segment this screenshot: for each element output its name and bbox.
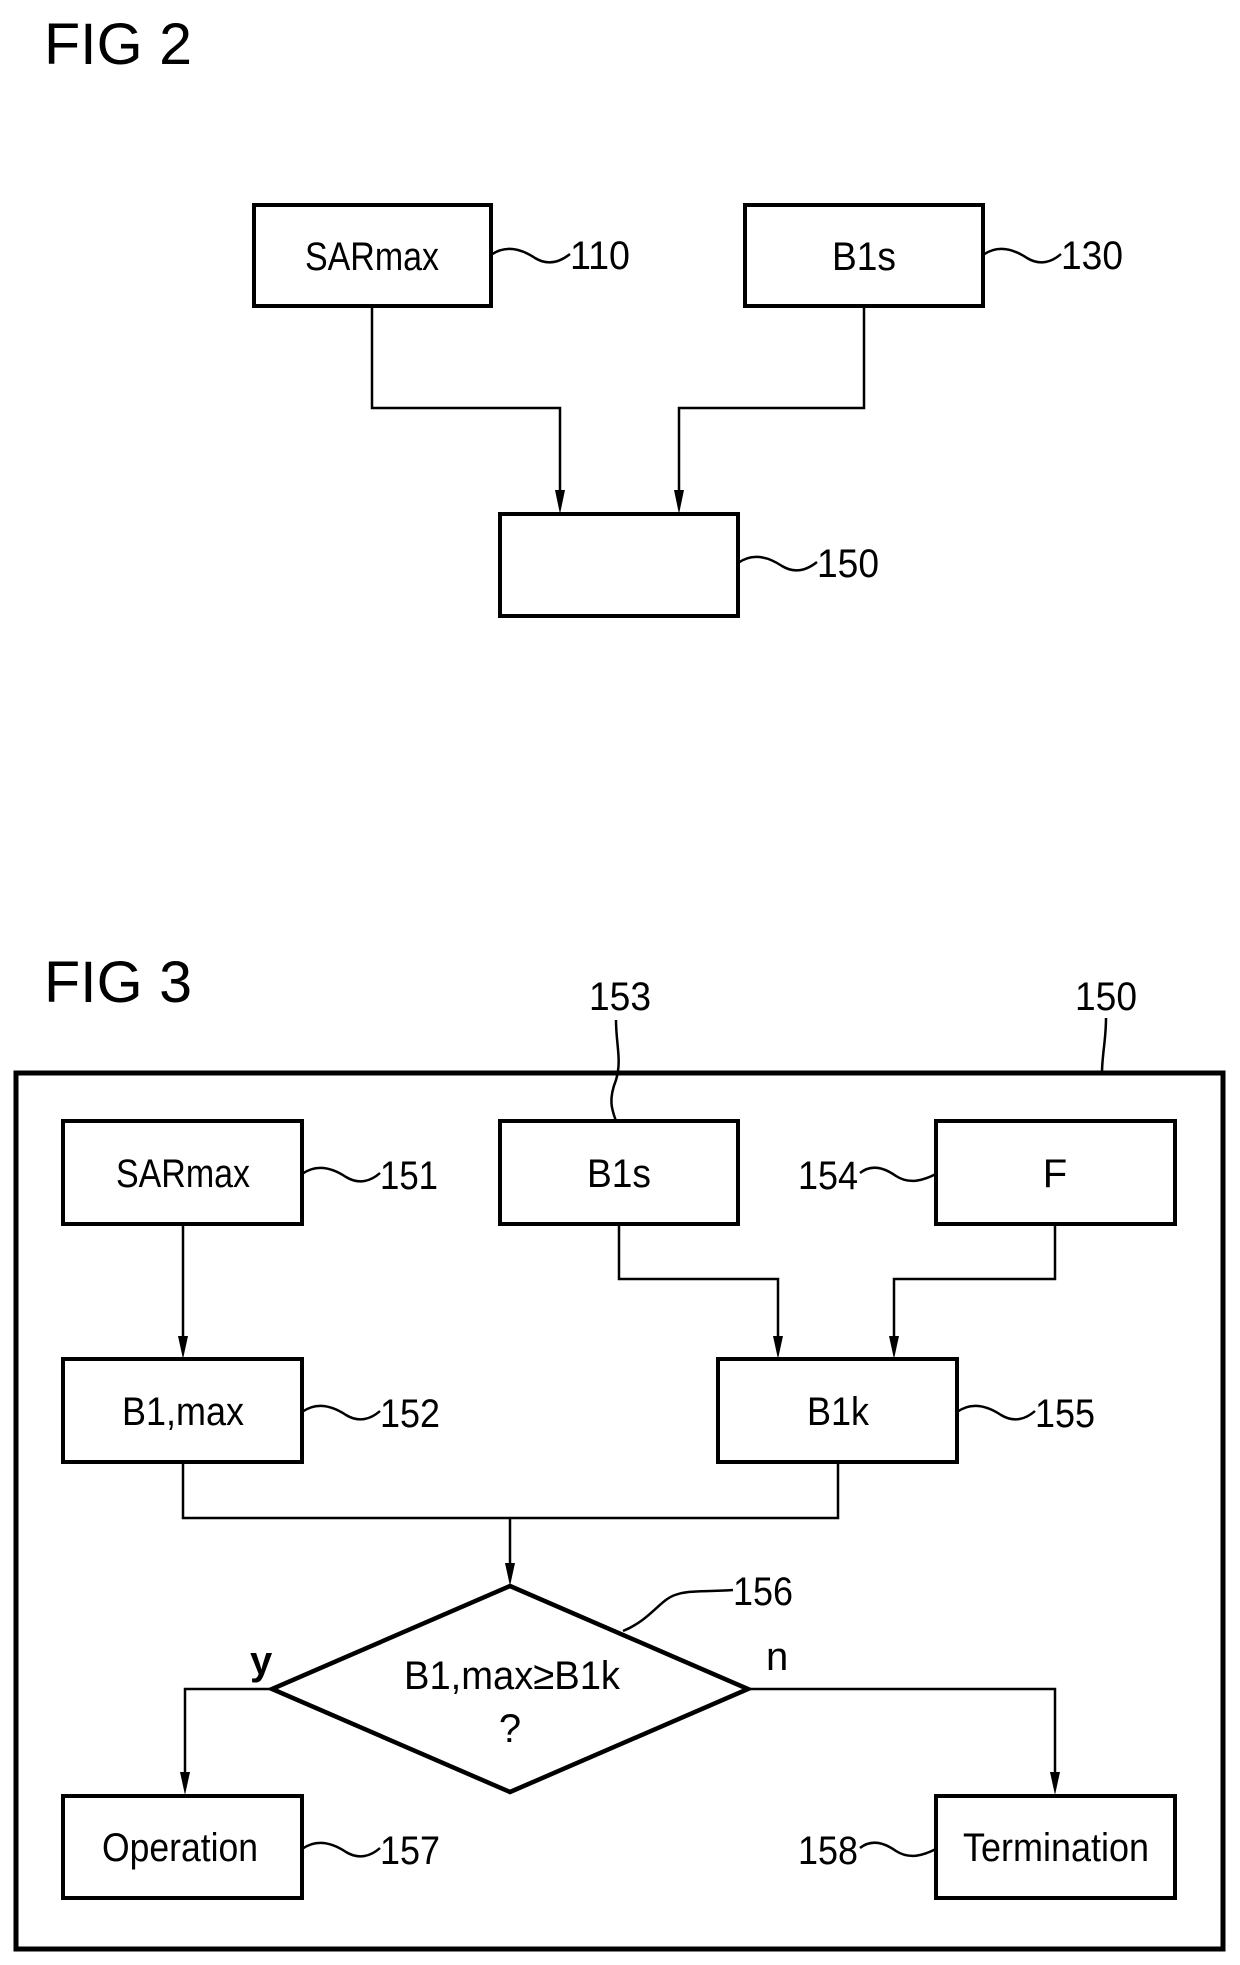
block-sarmax-label: SARmax (305, 235, 439, 279)
block-sarmax-110: SARmax (252, 203, 493, 308)
decision-question-mark: ? (499, 1707, 521, 1751)
reference-number-154: 154 (798, 1154, 858, 1198)
arrowhead-icon (674, 490, 684, 514)
arrowhead-icon (505, 1563, 515, 1586)
branch-label-yes: y (250, 1639, 273, 1683)
leader-line-158 (859, 1841, 937, 1858)
reference-number-150: 150 (817, 542, 879, 586)
reference-number-155: 155 (1035, 1392, 1095, 1436)
arrowhead-icon (180, 1772, 190, 1795)
connector-f-to-b1k (892, 1224, 1057, 1336)
block-f-label: F (1043, 1152, 1067, 1196)
connector-merge (181, 1462, 840, 1520)
decision-condition: B1,max≥B1k (404, 1654, 621, 1698)
leader-line-150 (737, 555, 818, 572)
reference-number-157: 157 (380, 1829, 440, 1873)
block-b1k-label: B1k (807, 1390, 870, 1434)
arrowhead-icon (555, 490, 565, 514)
block-b1s-label: B1s (587, 1152, 651, 1196)
arrowhead-icon (178, 1336, 188, 1359)
reference-number-158: 158 (798, 1829, 858, 1873)
reference-number-153: 153 (589, 975, 651, 1019)
arrowhead-icon (1050, 1772, 1060, 1795)
figure-2-title: FIG 2 (44, 12, 192, 77)
patent-drawing: FIG 2 SARmax 110 B1s 130 150 FIG 3 150 S… (13, 12, 1226, 1952)
figure-2: FIG 2 SARmax 110 B1s 130 150 (44, 12, 1123, 618)
leader-line-152 (301, 1404, 381, 1421)
leader-line-130 (982, 247, 1062, 264)
connector-no-to-termination (748, 1687, 1057, 1772)
arrowhead-icon (773, 1336, 783, 1359)
reference-number-110: 110 (570, 234, 630, 278)
leader-line-110 (490, 247, 571, 264)
block-operation-label: Operation (102, 1826, 258, 1870)
connector-sarmax-to-150 (370, 306, 562, 490)
figure-3: FIG 3 150 SARmax 151 B1s 153 F 154 B1,ma… (13, 950, 1226, 1952)
leader-line-150 (1100, 1017, 1108, 1074)
arrowhead-icon (889, 1336, 899, 1359)
block-sarmax-label: SARmax (116, 1152, 250, 1196)
branch-label-no: n (766, 1635, 788, 1679)
leader-line-154 (859, 1166, 937, 1183)
leader-line-155 (956, 1404, 1036, 1421)
block-termination-label: Termination (963, 1826, 1149, 1870)
reference-number-152: 152 (380, 1392, 440, 1436)
reference-number-156: 156 (733, 1570, 793, 1614)
connector-yes-to-operation (183, 1687, 272, 1772)
leader-line-157 (301, 1841, 381, 1858)
block-b1max-label: B1,max (122, 1390, 244, 1434)
reference-number-150: 150 (1075, 975, 1137, 1019)
leader-line-151 (301, 1166, 381, 1183)
reference-number-151: 151 (380, 1154, 438, 1198)
block-150-box (498, 512, 740, 618)
connector-b1s-to-150 (677, 306, 866, 490)
block-b1s-130: B1s (743, 203, 985, 308)
reference-number-130: 130 (1061, 234, 1123, 278)
figure-3-title: FIG 3 (44, 950, 192, 1015)
leader-line-156 (622, 1588, 734, 1633)
block-b1s-label: B1s (832, 235, 896, 279)
connector-b1s-to-b1k (617, 1224, 780, 1336)
